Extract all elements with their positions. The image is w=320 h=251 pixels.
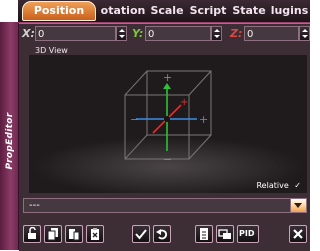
position-panel: X: 0 Y: 0 Z: 0 3D View − + + − + Relativ… xyxy=(19,23,310,251)
prop-editor-window: PropEditor Position otation Scale Script… xyxy=(0,0,310,251)
close-button[interactable] xyxy=(289,225,307,243)
copy-icon xyxy=(47,228,58,241)
clipboard-delete-button[interactable] xyxy=(86,225,104,243)
z-field[interactable]: 0 xyxy=(244,26,299,41)
arrow-down-icon[interactable] xyxy=(302,35,308,38)
paste-button[interactable] xyxy=(65,225,83,243)
pid-button[interactable]: PID xyxy=(237,225,259,243)
x-axis-minus-icon: − xyxy=(130,113,139,126)
arrow-down-icon[interactable] xyxy=(119,35,125,38)
pid-label: PID xyxy=(239,229,255,238)
y-field[interactable]: 0 xyxy=(145,26,211,41)
viewport-title: 3D View xyxy=(35,46,68,55)
arrow-down-icon[interactable] xyxy=(214,35,220,38)
copy-button[interactable] xyxy=(44,225,62,243)
x-field[interactable]: 0 xyxy=(35,26,116,41)
z-spinner[interactable] xyxy=(299,26,310,41)
arrow-up-icon[interactable] xyxy=(214,29,220,32)
close-icon xyxy=(293,229,303,239)
tab-bar: Position otation Scale Script State lugi… xyxy=(18,0,310,23)
object-dropdown[interactable]: --- xyxy=(23,198,307,213)
arrow-up-icon[interactable] xyxy=(302,29,308,32)
tab-position[interactable]: Position xyxy=(22,1,96,21)
paste-icon xyxy=(69,229,80,241)
unlock-icon xyxy=(28,227,36,239)
y-axis-plus-icon: + xyxy=(163,71,172,84)
snap-icon xyxy=(218,229,231,239)
gizmo-center[interactable] xyxy=(164,116,170,122)
z-axis-label: Z: xyxy=(230,27,243,40)
y-axis-minus-icon: − xyxy=(163,153,172,166)
side-panel: PropEditor xyxy=(0,22,19,250)
undo-button[interactable] xyxy=(153,225,171,243)
relative-label: Relative xyxy=(256,181,289,190)
checkmark-icon: ✓ xyxy=(294,181,301,190)
tab-scale[interactable]: Scale xyxy=(150,2,184,20)
x-axis-plus-icon: + xyxy=(199,113,208,126)
3d-viewport[interactable]: − + + − + Relative ✓ xyxy=(29,55,307,193)
coordinate-row: X: 0 Y: 0 Z: 0 xyxy=(19,24,310,46)
tab-script[interactable]: Script xyxy=(188,2,228,20)
relative-toggle[interactable]: Relative ✓ xyxy=(256,181,301,190)
side-panel-title: PropEditor xyxy=(5,112,15,170)
z-axis-plus-icon: + xyxy=(180,97,188,108)
arrow-up-icon[interactable] xyxy=(119,29,125,32)
checkmark-icon xyxy=(135,229,147,240)
3d-scene: − + + − + xyxy=(33,70,303,193)
document-button[interactable] xyxy=(195,225,213,243)
y-spinner[interactable] xyxy=(211,26,222,41)
document-icon xyxy=(200,228,208,240)
snap-button[interactable] xyxy=(216,225,234,243)
x-spinner[interactable] xyxy=(116,26,127,41)
tab-rotation[interactable]: otation xyxy=(100,2,146,20)
bottom-toolbar: PID xyxy=(19,225,310,249)
x-axis-label: X: xyxy=(22,27,35,40)
chevron-down-icon xyxy=(294,203,302,208)
unlock-button[interactable] xyxy=(23,225,41,243)
apply-button[interactable] xyxy=(132,225,150,243)
y-axis-label: Y: xyxy=(132,27,144,40)
clipboard-delete-icon xyxy=(91,228,99,240)
tab-state[interactable]: State xyxy=(232,2,266,20)
undo-icon xyxy=(156,229,168,240)
dropdown-toggle[interactable] xyxy=(290,199,306,212)
tab-plugins[interactable]: lugins xyxy=(269,2,310,20)
dropdown-value: --- xyxy=(29,200,40,211)
